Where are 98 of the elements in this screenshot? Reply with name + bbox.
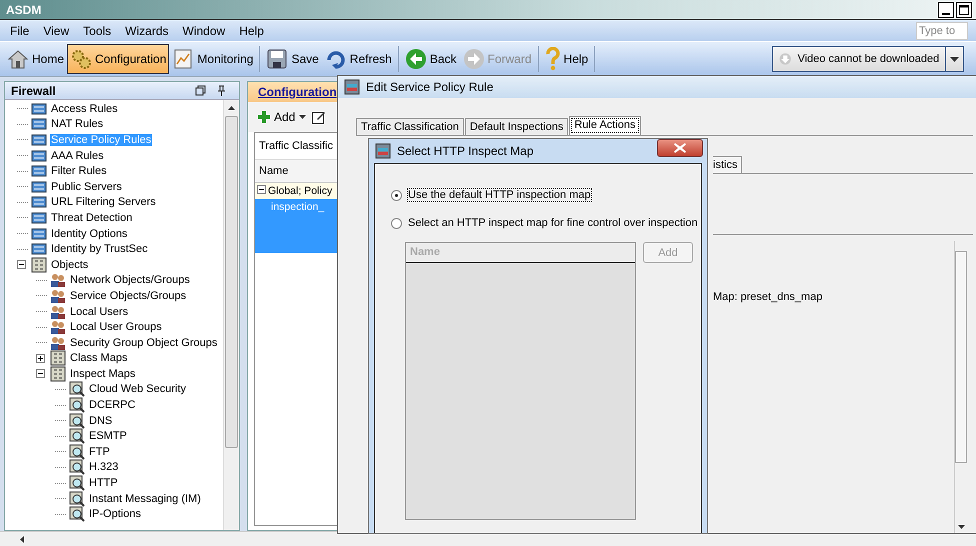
edit-icon[interactable]	[312, 110, 326, 124]
tree-item[interactable]: Service Objects/Groups	[69, 290, 188, 302]
tree-item[interactable]: NAT Rules	[50, 118, 104, 130]
magnifier-icon	[69, 444, 85, 460]
close-icon	[674, 143, 686, 153]
scrollbar[interactable]	[954, 241, 967, 533]
gears-icon	[70, 48, 92, 70]
minimize-button[interactable]	[938, 2, 954, 18]
tree-item[interactable]: IP-Options	[88, 508, 142, 520]
window-title: ASDM	[6, 2, 42, 16]
menu-item[interactable]: Wizards	[119, 24, 176, 38]
toolbar-button[interactable]: Refresh	[322, 44, 395, 74]
people-icon	[50, 304, 66, 320]
tab[interactable]: Traffic Classification	[356, 118, 464, 135]
tree-item[interactable]: Filter Rules	[50, 165, 108, 178]
scroll-up-icon[interactable]	[228, 106, 235, 110]
question-mark-icon	[544, 47, 561, 71]
toolbar-button[interactable]: Monitoring	[169, 44, 256, 74]
magnifier-icon	[69, 506, 85, 522]
scroll-left-icon[interactable]	[20, 536, 24, 542]
tree-item[interactable]: Identity by TrustSec	[50, 243, 149, 256]
toolbar-button[interactable]: Configuration	[67, 44, 170, 74]
expander-icon[interactable]	[36, 369, 47, 378]
chart-icon	[172, 48, 194, 70]
menu-item[interactable]: View	[37, 24, 78, 38]
tree-item[interactable]: Threat Detection	[50, 212, 134, 224]
menu-item[interactable]: Help	[233, 24, 272, 38]
magnifier-icon	[69, 475, 85, 492]
toolbar-button[interactable]: Back	[402, 44, 460, 74]
magnifier-icon	[69, 381, 85, 398]
window-icon	[344, 79, 360, 95]
magnifier-icon	[69, 397, 85, 414]
radio-option[interactable]: Select an HTTP inspect map for fine control over inspection	[391, 214, 701, 232]
dialog-title: Select HTTP Inspect Map	[397, 144, 534, 158]
table-caption: Traffic Classific	[258, 139, 334, 154]
toolbar-button[interactable]: Help	[542, 44, 592, 74]
tree-item[interactable]: Objects	[50, 258, 90, 271]
tree-item[interactable]: H.323	[88, 461, 120, 474]
close-button[interactable]	[657, 139, 703, 157]
caret-icon	[299, 115, 306, 119]
pin-icon[interactable]	[216, 85, 227, 96]
people-icon	[50, 319, 66, 336]
tree-item[interactable]: Network Objects/Groups	[69, 274, 191, 286]
tree-item[interactable]: Inspect Maps	[69, 368, 136, 380]
maximize-icon	[958, 4, 970, 16]
people-icon	[50, 288, 66, 304]
tree-item[interactable]: Local Users	[69, 306, 130, 318]
tree-item[interactable]: Class Maps	[69, 352, 128, 364]
tree-item[interactable]: DNS	[88, 414, 114, 427]
tree-item[interactable]: FTP	[88, 446, 111, 458]
tree-item[interactable]: URL Filtering Servers	[50, 196, 157, 208]
detail-text: Map: preset_dns_map	[713, 291, 824, 305]
dialog-title: Edit Service Policy Rule	[366, 80, 494, 94]
toolbar-button[interactable]: Home	[4, 44, 68, 74]
tree-item[interactable]: Local User Groups	[69, 321, 163, 334]
tab[interactable]: istics	[713, 156, 742, 173]
expander-icon[interactable]	[257, 185, 266, 194]
magnifier-icon	[69, 412, 85, 429]
grid-icon	[50, 366, 66, 382]
tree-item[interactable]: Instant Messaging (IM)	[88, 492, 202, 505]
magnifier-icon	[69, 490, 85, 507]
panel-title: Firewall	[11, 84, 56, 98]
tree-item[interactable]: Cloud Web Security	[88, 383, 188, 396]
house-icon	[7, 48, 29, 70]
magnifier-icon	[69, 459, 85, 476]
radio-option[interactable]: Use the default HTTP inspection map	[391, 186, 701, 204]
scrollbar[interactable]	[223, 100, 239, 530]
tree-item[interactable]: Identity Options	[50, 228, 128, 240]
tab[interactable]: Rule Actions	[569, 116, 641, 135]
restore-icon[interactable]	[195, 85, 206, 96]
expander-icon[interactable]	[17, 260, 28, 270]
column-header: Name	[406, 243, 635, 263]
menu-item[interactable]: File	[4, 24, 38, 38]
menu-item[interactable]: Tools	[77, 24, 120, 38]
people-icon	[50, 272, 66, 288]
tree-item[interactable]: HTTP	[88, 477, 119, 490]
plus-icon	[258, 111, 270, 123]
tree-item[interactable]: Public Servers	[50, 180, 123, 193]
tree-item[interactable]: Security Group Object Groups	[69, 336, 218, 349]
window-icon	[375, 143, 391, 159]
tree-item[interactable]: ESMTP	[88, 430, 128, 442]
menu-item[interactable]: Window	[176, 24, 234, 38]
expander-icon[interactable]	[36, 354, 47, 363]
caret-icon	[950, 56, 960, 62]
maximize-button[interactable]	[956, 2, 972, 18]
grid-icon	[50, 350, 66, 366]
scroll-down-icon[interactable]	[958, 525, 964, 529]
video-dropdown[interactable]: Video cannot be downloaded	[772, 46, 964, 72]
minimize-icon	[942, 12, 950, 14]
magnifier-icon	[69, 428, 85, 444]
toolbar-button[interactable]: Save	[263, 44, 322, 74]
tab[interactable]: Default Inspections	[464, 118, 568, 135]
grid-icon	[31, 256, 47, 273]
people-icon	[50, 334, 66, 351]
tree-item[interactable]: DCERPC	[88, 399, 136, 412]
tree-item[interactable]: AAA Rules	[50, 150, 105, 162]
search-field[interactable]: Type to	[916, 22, 968, 40]
tree-item[interactable]: Access Rules	[50, 102, 119, 115]
